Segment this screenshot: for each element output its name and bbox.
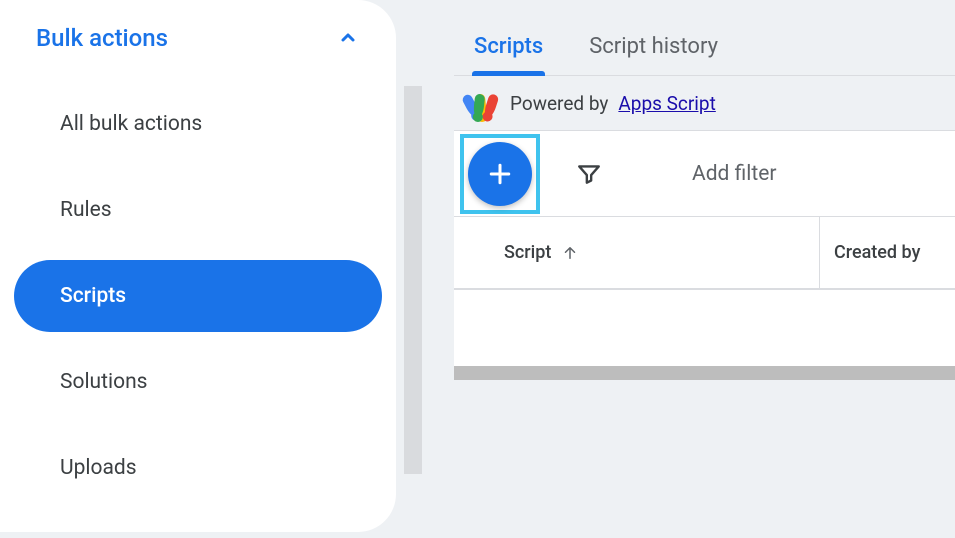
sidebar-item-all-bulk-actions[interactable]: All bulk actions (14, 88, 382, 160)
toolbar: Add filter (454, 130, 955, 216)
powered-by-row: Powered by Apps Script (454, 76, 955, 130)
main-content: Scripts Script history Powered by Apps S… (454, 0, 955, 538)
sidebar-item-uploads[interactable]: Uploads (14, 432, 382, 504)
apps-script-icon (464, 88, 500, 118)
filter-icon[interactable] (576, 161, 602, 187)
column-header-created-by[interactable]: Created by (820, 242, 920, 263)
add-filter-button[interactable]: Add filter (692, 162, 776, 186)
sidebar-item-solutions[interactable]: Solutions (14, 346, 382, 418)
tab-scripts[interactable]: Scripts (474, 34, 543, 75)
sidebar-item-rules[interactable]: Rules (14, 174, 382, 246)
horizontal-scrollbar[interactable] (454, 366, 955, 380)
sidebar-title: Bulk actions (36, 24, 168, 52)
sort-ascending-icon (561, 244, 579, 262)
tab-script-history[interactable]: Script history (589, 34, 718, 75)
table-header: Script Created by (454, 216, 955, 290)
add-script-button[interactable] (468, 142, 532, 206)
sidebar: Bulk actions All bulk actions Rules Scri… (0, 0, 396, 532)
plus-icon (485, 159, 515, 189)
powered-by-text: Powered by (510, 92, 608, 115)
tabs: Scripts Script history (454, 0, 955, 76)
sidebar-nav: All bulk actions Rules Scripts Solutions… (0, 76, 396, 504)
sidebar-item-scripts[interactable]: Scripts (14, 260, 382, 332)
chevron-up-icon (336, 26, 360, 50)
add-script-highlight (460, 134, 540, 214)
apps-script-link[interactable]: Apps Script (618, 92, 715, 115)
column-header-script-label: Script (504, 242, 551, 263)
column-header-script[interactable]: Script (454, 217, 820, 288)
table-body-empty (454, 290, 955, 366)
sidebar-header[interactable]: Bulk actions (0, 24, 396, 76)
vertical-scrollbar[interactable] (404, 86, 422, 474)
